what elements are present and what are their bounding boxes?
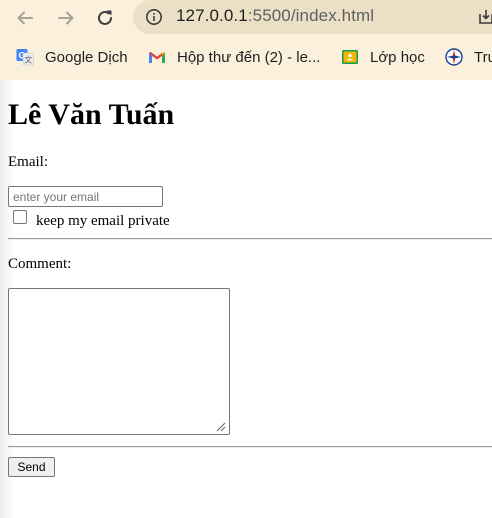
back-arrow-icon [17,11,33,25]
bookmark-classroom[interactable]: Lớp học [341,46,425,68]
bookmarks-bar: G 文 Google Dịch Hộp thư đến (2) - le... [0,36,492,80]
comment-label: Comment: [8,256,72,272]
forward-button[interactable] [53,5,79,31]
google-translate-icon: G 文 [16,48,34,66]
resize-grip-icon[interactable] [214,420,226,432]
email-label: Email: [8,154,48,170]
reload-button[interactable] [92,5,118,31]
email-input[interactable] [8,186,163,207]
comment-textarea[interactable] [8,288,230,435]
compass-icon [445,48,463,66]
address-bar[interactable]: 127.0.0.1:5500/index.html [133,0,492,34]
reload-icon [98,10,112,25]
bookmark-gmail[interactable]: Hộp thư đến (2) - le... [148,46,320,68]
url-host: 127.0.0.1 [176,6,248,25]
divider [8,446,492,448]
gmail-icon [148,48,166,66]
bookmark-google-translate[interactable]: G 文 Google Dịch [16,46,128,68]
site-info-icon[interactable] [145,8,163,26]
keep-private-checkbox[interactable] [13,210,27,224]
send-button[interactable]: Send [8,457,55,477]
bookmark-label: Lớp học [370,48,425,66]
bookmark-label: Hộp thư đến (2) - le... [177,48,321,66]
back-button[interactable] [12,5,38,31]
page-heading: Lê Văn Tuấn [8,98,175,131]
browser-toolbar: 127.0.0.1:5500/index.html G 文 Google Dịc… [0,0,492,80]
svg-text:文: 文 [24,55,32,65]
url-path: :5500/index.html [247,6,375,25]
keep-private-label: keep my email private [36,213,170,229]
google-classroom-icon [341,48,359,66]
divider [8,238,492,240]
forward-arrow-icon [58,11,74,25]
install-app-icon[interactable] [477,8,492,26]
bookmark-label: Tru [474,48,492,66]
url-text: 127.0.0.1:5500/index.html [176,6,374,26]
bookmark-tru[interactable]: Tru [445,46,492,68]
bookmark-label: Google Dịch [45,48,128,66]
